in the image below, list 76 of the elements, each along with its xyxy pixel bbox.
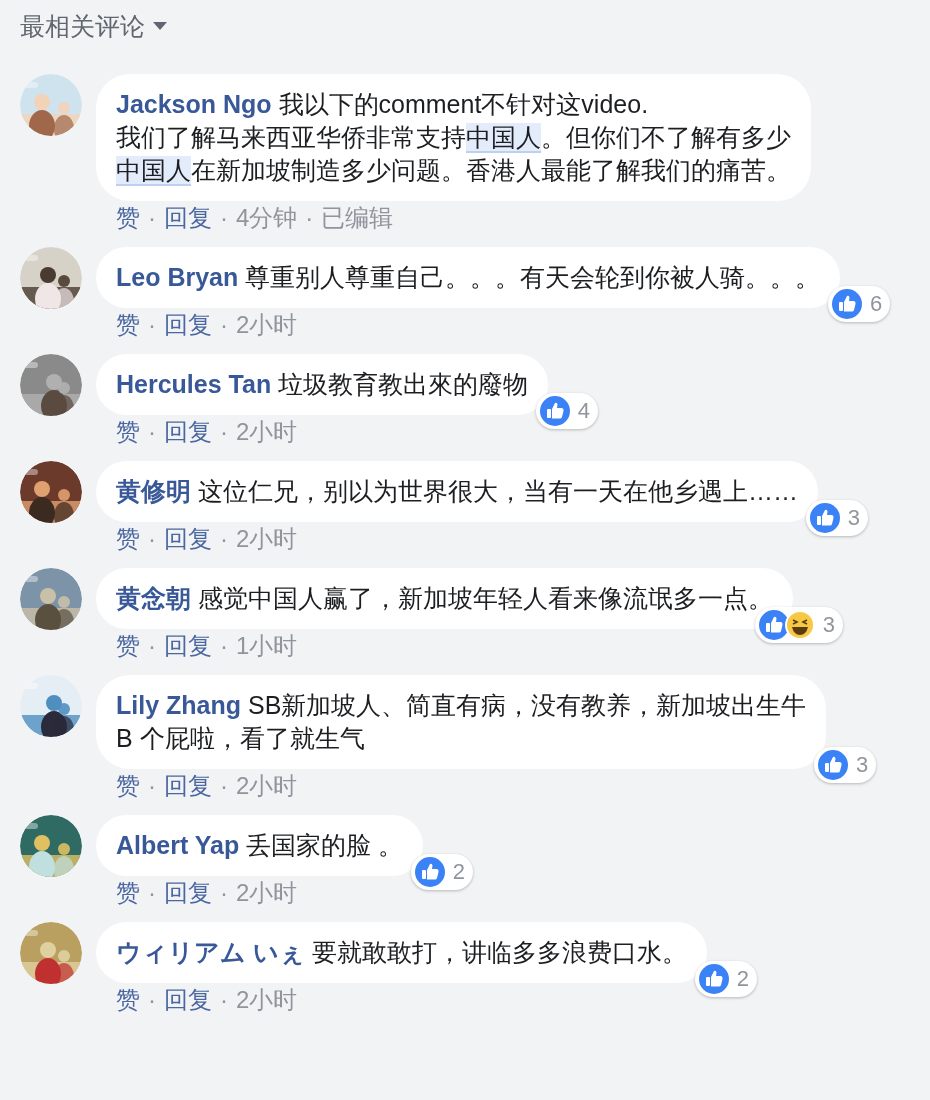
separator-dot: · (220, 525, 228, 553)
thumbs-up-icon (831, 289, 862, 319)
highlighted-keyword[interactable]: 中国人 (466, 123, 541, 153)
comment-bubble: Hercules Tan 垃圾教育教出來的廢物 (96, 354, 549, 415)
laughing-emoji-icon (784, 610, 815, 640)
thumbs-up-icon (758, 610, 789, 640)
action-link[interactable]: 赞 (116, 986, 140, 1014)
reaction-count[interactable]: 2 (694, 961, 757, 997)
separator-dot: · (220, 418, 228, 446)
action-link[interactable]: 回复 (164, 418, 212, 446)
action-link[interactable]: 赞 (116, 204, 140, 232)
author-name[interactable]: Leo Bryan (116, 263, 239, 291)
separator-dot: · (220, 632, 228, 660)
separator-dot: · (220, 879, 228, 907)
action-link[interactable]: 赞 (116, 418, 140, 446)
action-link[interactable]: 回复 (164, 525, 212, 553)
comment-meta: 2小时 (236, 525, 298, 553)
action-link[interactable]: 赞 (116, 772, 140, 800)
action-link[interactable]: 赞 (116, 311, 140, 339)
separator-dot: · (148, 986, 156, 1014)
action-link[interactable]: 回复 (164, 879, 212, 907)
comment-bubble: Albert Yap 丢国家的脸 。 (96, 815, 424, 876)
reaction-count[interactable]: 2 (410, 854, 474, 890)
action-link[interactable]: 赞 (116, 879, 140, 907)
author-name[interactable]: Lily Zhang (116, 691, 241, 719)
action-link[interactable]: 赞 (116, 632, 140, 660)
separator-dot: · (148, 311, 156, 339)
separator-dot: · (148, 525, 156, 553)
reaction-count[interactable]: 3 (814, 747, 877, 783)
comment-meta: 2小时 (236, 986, 298, 1014)
reaction-count[interactable]: 3 (805, 500, 868, 536)
comment-meta: 2小时 (236, 418, 298, 446)
separator-dot: · (220, 772, 228, 800)
separator-dot: · (148, 879, 156, 907)
author-name[interactable]: ウィリアム いぇ (116, 938, 305, 966)
comment-meta: 4分钟 (236, 204, 298, 232)
comment-meta: 2小时 (236, 772, 298, 800)
action-link[interactable]: 回复 (164, 772, 212, 800)
comment-meta: 2小时 (236, 879, 298, 907)
author-name[interactable]: Hercules Tan (116, 370, 272, 398)
separator-dot: · (220, 986, 228, 1014)
separator-dot: · (305, 204, 314, 232)
thumbs-up-icon (818, 750, 849, 780)
separator-dot: · (220, 311, 228, 339)
action-link[interactable]: 赞 (116, 525, 140, 553)
separator-dot: · (148, 418, 156, 446)
author-name[interactable]: Jackson Ngo (116, 90, 272, 118)
comment-bubble: 黄修明 这位仁兄，别以为世界很大，当有一天在他乡遇上…… (96, 461, 818, 522)
separator-dot: · (148, 632, 156, 660)
separator-dot: · (148, 772, 156, 800)
author-name[interactable]: 黄念朝 (116, 584, 191, 612)
action-link[interactable]: 回复 (164, 204, 212, 232)
comment-bubble: Leo Bryan 尊重别人尊重自己。。。有天会轮到你被人骑。。。 (96, 247, 841, 308)
author-name[interactable]: Albert Yap (116, 831, 240, 859)
comment-bubble: ウィリアム いぇ 要就敢敢打，讲临多多浪费口水。 (96, 922, 707, 983)
thumbs-up-icon (539, 396, 570, 426)
action-link[interactable]: 回复 (164, 311, 212, 339)
reaction-count[interactable]: 4 (535, 393, 599, 429)
thumbs-up-icon (698, 964, 729, 994)
action-link[interactable]: 回复 (164, 986, 212, 1014)
thumbs-up-icon (809, 503, 840, 533)
comment-meta: 2小时 (236, 311, 298, 339)
thumbs-up-icon (414, 857, 445, 887)
highlighted-keyword[interactable]: 中国人 (116, 156, 191, 186)
author-name[interactable]: 黄修明 (116, 477, 191, 505)
caret-icon[interactable] (153, 22, 167, 30)
separator-dot: · (220, 204, 228, 232)
comment-bubble: 黄念朝 感觉中国人赢了，新加坡年轻人看来像流氓多一点。 (96, 568, 793, 629)
comment-meta: 已编辑 (321, 204, 394, 232)
comment-bubble: Lily Zhang SB新加坡人、简直有病，没有教养，新加坡出生牛 B 个屁啦，看了就生气 (96, 675, 827, 769)
comment-bubble: Jackson Ngo 我以下的comment不针对这video. 我们了解马来西亚华侨非常支持中国人。但你们不了解有多少 中国人在新加坡制造多少问题。香港人最能了解我们的痛苦。 (96, 74, 811, 201)
action-link[interactable]: 回复 (164, 632, 212, 660)
separator-dot: · (148, 204, 156, 232)
comment-meta: 1小时 (236, 632, 298, 660)
reaction-count[interactable]: 6 (827, 286, 891, 322)
sort-menu[interactable]: 最相关评论 (20, 9, 145, 43)
